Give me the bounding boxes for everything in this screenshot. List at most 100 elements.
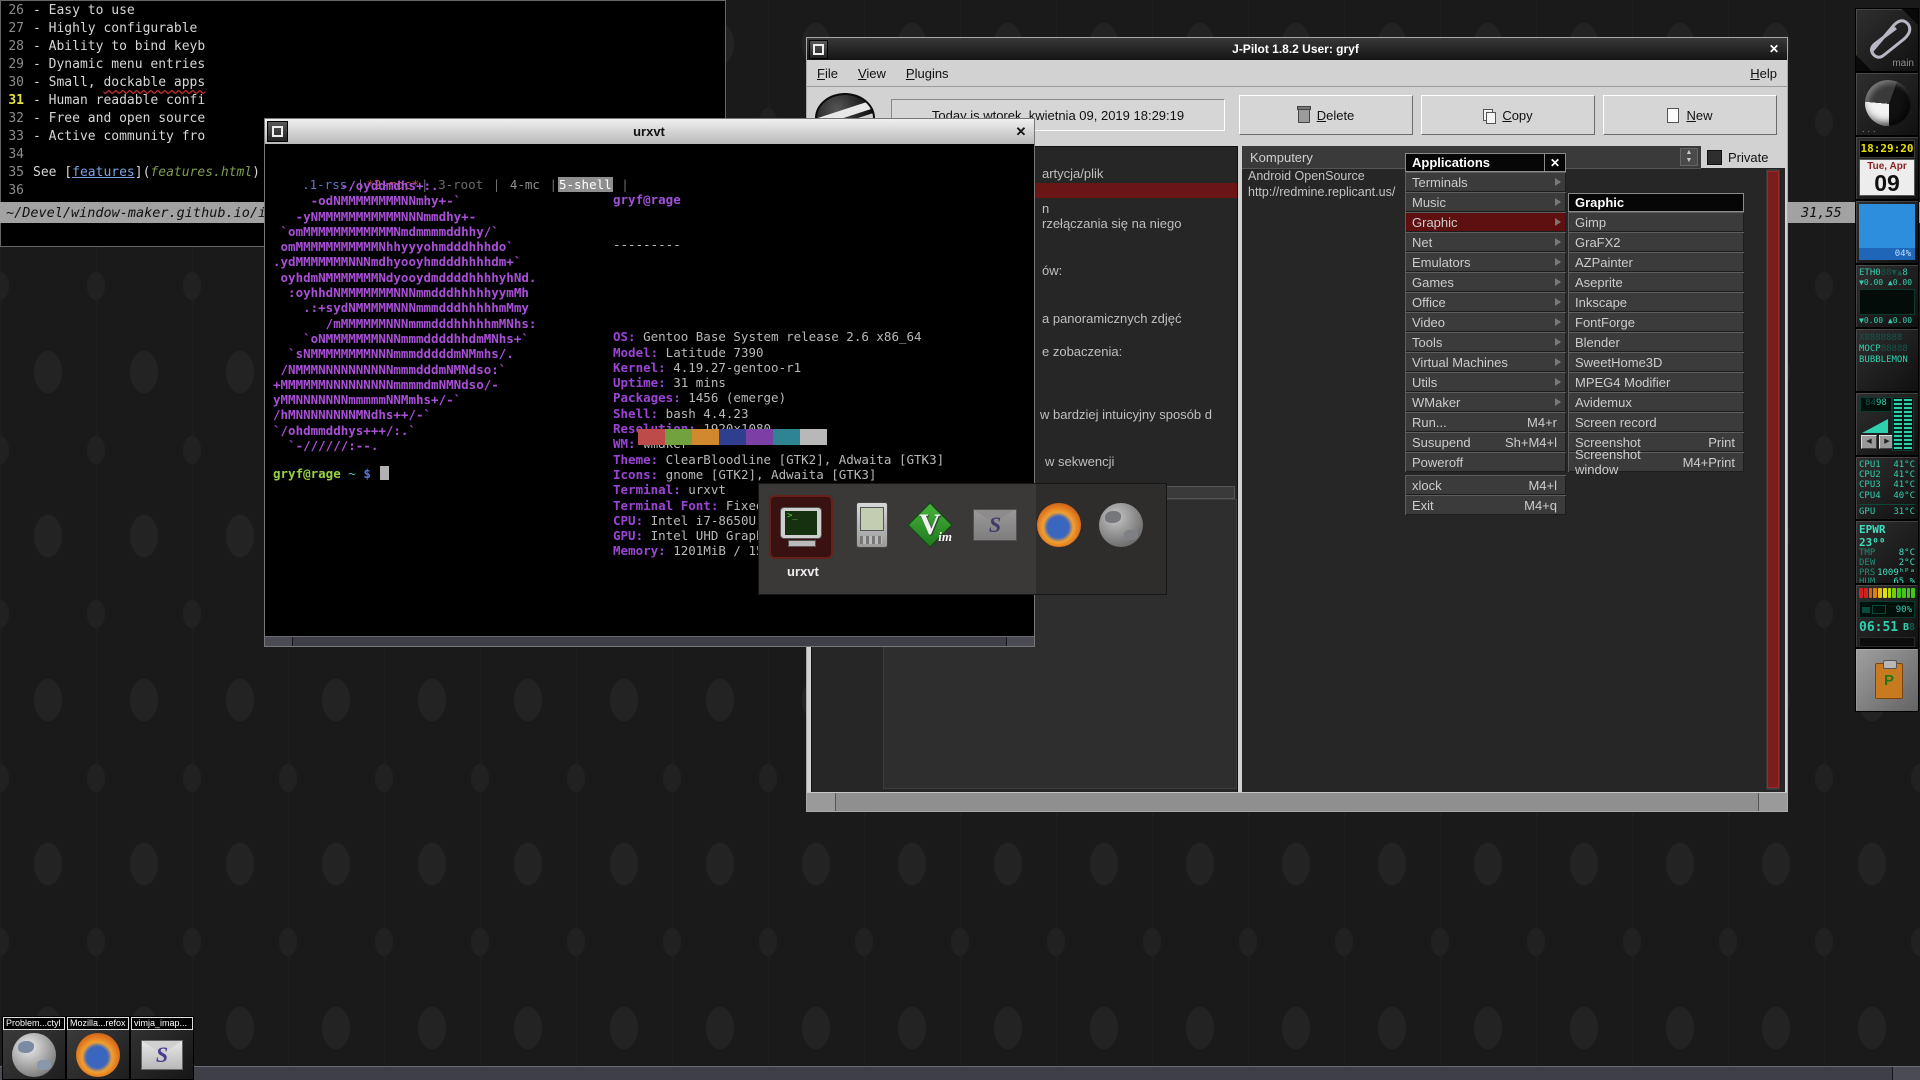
mail-client-icon[interactable]: S	[972, 502, 1018, 548]
new-button[interactable]: New	[1603, 95, 1777, 135]
terminal-tab[interactable]: 5-shell	[558, 177, 613, 192]
resize-corner-left[interactable]	[807, 793, 836, 811]
mixer-prev-button[interactable]: ◀	[1861, 435, 1877, 449]
close-icon[interactable]: ✕	[1763, 40, 1785, 59]
switcher-selected-urxvt[interactable]: >_	[769, 495, 833, 559]
menu-item[interactable]: Aseprite	[1568, 272, 1744, 292]
menu-item[interactable]: GraFX2	[1568, 232, 1744, 252]
ac-plug-icon	[1862, 607, 1870, 613]
trash-icon	[1298, 108, 1310, 123]
urxvt-titlebar[interactable]: urxvt ✕	[265, 119, 1034, 144]
jpilot-resizebar[interactable]	[807, 792, 1787, 811]
bubblemon-label: BUBBLEMON	[1859, 355, 1915, 366]
menu-plugins[interactable]: Plugins	[896, 66, 959, 81]
menu-item[interactable]: Gimp	[1568, 212, 1744, 232]
led-segment	[1907, 588, 1911, 598]
menu-item[interactable]: Inkscape	[1568, 292, 1744, 312]
private-checkbox[interactable]	[1707, 150, 1722, 165]
menu-item[interactable]: Tools	[1405, 332, 1566, 352]
menu-item[interactable]: Net	[1405, 232, 1566, 252]
led-segment	[1864, 588, 1868, 598]
menu-item[interactable]: Screen record	[1568, 412, 1744, 432]
menu-item[interactable]: xlock M4+l	[1405, 475, 1566, 495]
mixer-dockapp[interactable]: 8498 ◀ ▶	[1855, 392, 1919, 456]
browser-globe-icon[interactable]	[1098, 502, 1144, 548]
calendar-clock-dockapp[interactable]: 18:29:20 Tue, Apr 09	[1855, 136, 1919, 200]
miniwindow-mail[interactable]: vimja_imap... S	[130, 1016, 194, 1080]
color-swatch	[800, 429, 827, 445]
line-number: 31	[0, 92, 24, 110]
temperature-dockapp[interactable]: CPU141°CCPU241°CCPU341°CCPU440°CGPU31°C	[1855, 456, 1919, 520]
notes-dockapp[interactable]: P	[1855, 648, 1919, 712]
menu-item[interactable]: Exit M4+q	[1405, 495, 1566, 515]
menu-item[interactable]: Susupend Sh+M4+l	[1405, 432, 1566, 452]
miniwindow-firefox[interactable]: Mozilla...refox	[66, 1016, 130, 1080]
menu-item[interactable]: Video	[1405, 312, 1566, 332]
line-text: - Easy to use	[33, 2, 135, 20]
delete-button[interactable]: Delete	[1239, 95, 1413, 135]
urxvt-resizebar[interactable]	[265, 636, 1034, 646]
resize-corner-right[interactable]	[1892, 1067, 1920, 1080]
menu-item[interactable]: Avidemux	[1568, 392, 1744, 412]
menu-file[interactable]: File	[807, 66, 848, 81]
menu-item[interactable]: Screenshot window M4+Print	[1568, 452, 1744, 472]
submenu-arrow-icon	[1555, 238, 1561, 246]
clip-dockapp[interactable]: main	[1855, 8, 1919, 72]
neofetch-row: Theme: ClearBloodline [GTK2], Adwaita [G…	[613, 452, 944, 467]
miniaturize-button[interactable]	[267, 121, 288, 142]
miniwindow-problem[interactable]: Problem...ctyl	[2, 1016, 66, 1080]
spinner-control[interactable]: ▲▼	[1680, 148, 1698, 166]
graphic-submenu-title[interactable]: Graphic	[1568, 193, 1744, 212]
menu-item[interactable]: Utils	[1405, 372, 1566, 392]
terminal-color-swatches	[638, 429, 827, 445]
menu-item[interactable]: Graphic	[1405, 212, 1566, 232]
menu-item[interactable]: Virtual Machines	[1405, 352, 1566, 372]
close-icon[interactable]: ✕	[1545, 153, 1566, 172]
jpilot-pda-icon[interactable]	[849, 502, 895, 548]
menu-item[interactable]: WMaker	[1405, 392, 1566, 412]
resize-corner-right[interactable]	[1758, 793, 1787, 811]
menu-view[interactable]: View	[848, 66, 896, 81]
resize-corner-right[interactable]	[1006, 637, 1034, 646]
weather-dockapp[interactable]: EPWR 23⁰⁰ TMP8°CDEW2°CPRS1009ʰᴾᵃHUM65 %W…	[1855, 520, 1919, 584]
vim-line: 27 - Highly configurable	[0, 20, 1920, 38]
menu-item[interactable]: AZPainter	[1568, 252, 1744, 272]
menu-item[interactable]: Games	[1405, 272, 1566, 292]
scrollbar-thumb[interactable]	[1767, 171, 1779, 788]
resize-corner-left[interactable]	[265, 637, 293, 646]
volume-wedge[interactable]	[1862, 419, 1888, 433]
bubblemon-dockapp[interactable]: X8888888 MOCP88888 BUBBLEMON	[1855, 328, 1919, 392]
vim-resizebar[interactable]	[0, 1066, 1920, 1080]
workspace-name: main	[1892, 58, 1914, 69]
battery-dockapp[interactable]: 90% 06:51 B8	[1855, 584, 1919, 648]
applications-menu-title[interactable]: Applications	[1405, 153, 1545, 172]
jpilot-menubar: File View Plugins Help	[807, 60, 1787, 87]
vim-icon[interactable]: Vim	[907, 502, 953, 548]
line-number: 36	[0, 182, 24, 200]
copy-button[interactable]: Copy	[1421, 95, 1595, 135]
terminal-tab[interactable]: |	[548, 177, 558, 192]
blue-monitor-dockapp[interactable]: 04%	[1855, 200, 1919, 264]
submenu-arrow-icon	[1555, 198, 1561, 206]
menu-item[interactable]: Emulators	[1405, 252, 1566, 272]
menu-item[interactable]: Terminals	[1405, 172, 1566, 192]
menu-item[interactable]: FontForge	[1568, 312, 1744, 332]
miniaturize-button[interactable]	[809, 40, 828, 59]
memo-text-fragment: n	[1042, 201, 1049, 216]
menu-item[interactable]: MPEG4 Modifier	[1568, 372, 1744, 392]
menu-item[interactable]: Office	[1405, 292, 1566, 312]
menu-item[interactable]: SweetHome3D	[1568, 352, 1744, 372]
sphere-clock-dockapp[interactable]: ...	[1855, 72, 1919, 136]
menu-help[interactable]: Help	[1740, 66, 1787, 81]
vertical-scrollbar[interactable]	[1765, 168, 1781, 791]
menu-item[interactable]: Run... M4+r	[1405, 412, 1566, 432]
menu-item[interactable]: Music	[1405, 192, 1566, 212]
menu-item[interactable]: Poweroff	[1405, 452, 1566, 472]
gentoo-ascii-art: -/oyddmdhs+:. -odNMMMMMMMMNNmhy+-` -yNMM…	[273, 178, 536, 453]
firefox-icon[interactable]	[1036, 502, 1082, 548]
menu-item[interactable]: Blender	[1568, 332, 1744, 352]
jpilot-titlebar[interactable]: J-Pilot 1.8.2 User: gryf ✕	[807, 38, 1787, 60]
close-icon[interactable]: ✕	[1010, 122, 1032, 141]
network-monitor-dockapp[interactable]: ETH088▼▲8 ▼0.00 ▲0.00 ▼0.00 ▲0.00	[1855, 264, 1919, 328]
temp-row: CPU241°C	[1859, 470, 1915, 480]
